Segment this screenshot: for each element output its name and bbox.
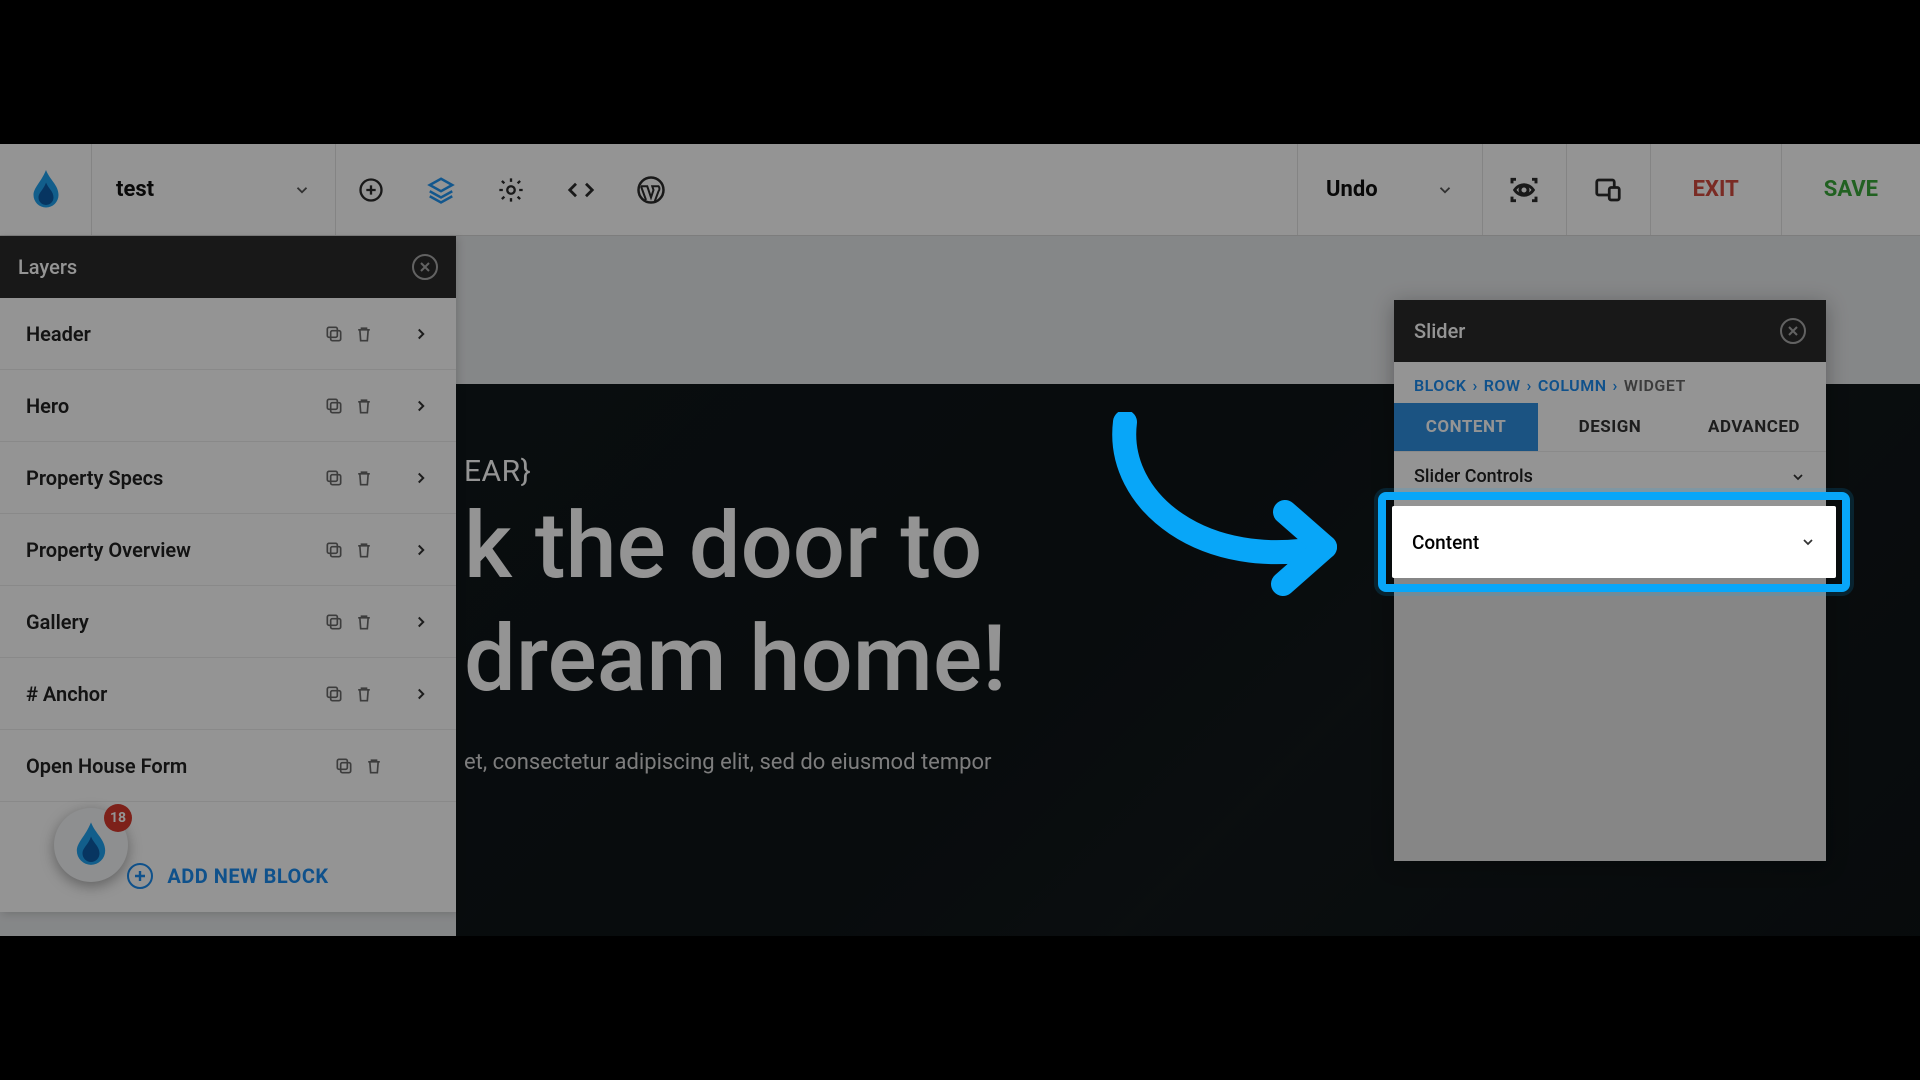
preview-button[interactable]: [1482, 144, 1566, 235]
layer-label: # Anchor: [26, 682, 324, 706]
layers-panel-title: Layers: [18, 255, 77, 279]
help-avatar[interactable]: 18: [54, 808, 128, 882]
tab-design[interactable]: DESIGN: [1538, 403, 1682, 451]
add-new-block-label: ADD NEW BLOCK: [167, 864, 328, 888]
chevron-right-icon[interactable]: [412, 469, 430, 487]
hero-headline-2: dream home!: [464, 606, 1006, 715]
layers-panel-header: Layers: [0, 236, 456, 298]
inspector-title: Slider: [1414, 319, 1465, 343]
wordpress-icon: [636, 175, 666, 205]
code-button[interactable]: [546, 144, 616, 235]
close-icon[interactable]: [412, 254, 438, 280]
section-slider-controls[interactable]: Slider Controls: [1394, 451, 1826, 501]
page-title: test: [116, 177, 154, 202]
chevron-down-icon: [293, 181, 311, 199]
layers-panel: Layers Header Hero: [0, 236, 456, 912]
code-icon: [566, 175, 596, 205]
tab-advanced[interactable]: ADVANCED: [1682, 403, 1826, 451]
copy-icon[interactable]: [324, 396, 344, 416]
notification-badge: 18: [104, 804, 132, 832]
responsive-button[interactable]: [1566, 144, 1650, 235]
layer-label: Open House Form: [26, 754, 334, 778]
hero-headline-1: k the door to: [464, 493, 1006, 602]
app-logo[interactable]: [0, 144, 92, 235]
layer-label: Property Specs: [26, 466, 324, 490]
layer-row[interactable]: Hero: [0, 370, 456, 442]
preview-scan-icon: [1508, 174, 1540, 206]
layers-toggle[interactable]: [406, 144, 476, 235]
section-label: Content: [1414, 515, 1481, 538]
chevron-down-icon: [1790, 518, 1806, 534]
trash-icon[interactable]: [354, 540, 374, 560]
inspector-tabs: CONTENT DESIGN ADVANCED: [1394, 403, 1826, 451]
layers-icon: [426, 175, 456, 205]
hero-eyebrow: EAR}: [464, 454, 1006, 489]
copy-icon[interactable]: [324, 612, 344, 632]
save-button[interactable]: SAVE: [1781, 144, 1920, 235]
exit-button[interactable]: EXIT: [1650, 144, 1781, 235]
trash-icon[interactable]: [354, 396, 374, 416]
flame-logo-icon: [74, 822, 108, 868]
chevron-right-icon[interactable]: [412, 397, 430, 415]
trash-icon[interactable]: [354, 324, 374, 344]
settings-button[interactable]: [476, 144, 546, 235]
inspector-header: Slider: [1394, 300, 1826, 362]
trash-icon[interactable]: [354, 684, 374, 704]
copy-icon[interactable]: [324, 468, 344, 488]
chevron-right-icon[interactable]: [412, 325, 430, 343]
inspector-panel: Slider BLOCK›ROW›COLUMN›WIDGET CONTENT D…: [1394, 300, 1826, 861]
undo-label: Undo: [1326, 177, 1378, 202]
chevron-right-icon[interactable]: [412, 685, 430, 703]
save-label: SAVE: [1824, 177, 1878, 202]
layer-row[interactable]: # Anchor: [0, 658, 456, 730]
chevron-right-icon[interactable]: [412, 613, 430, 631]
gear-icon: [497, 176, 525, 204]
wordpress-button[interactable]: [616, 144, 686, 235]
layer-label: Gallery: [26, 610, 324, 634]
layer-row[interactable]: Property Overview: [0, 514, 456, 586]
layer-row[interactable]: Open House Form: [0, 730, 456, 802]
crumb-block[interactable]: BLOCK: [1414, 376, 1466, 395]
tab-content[interactable]: CONTENT: [1394, 403, 1538, 451]
crumb-widget: WIDGET: [1624, 376, 1686, 395]
plus-circle-icon: [127, 863, 153, 889]
copy-icon[interactable]: [324, 540, 344, 560]
chevron-down-icon: [1790, 469, 1806, 485]
section-content[interactable]: Content: [1394, 501, 1826, 551]
copy-icon[interactable]: [324, 684, 344, 704]
hero-subtext: et, consectetur adipiscing elit, sed do …: [464, 750, 1006, 775]
undo-dropdown[interactable]: Undo: [1297, 144, 1482, 235]
layer-row[interactable]: Header: [0, 298, 456, 370]
top-toolbar: test: [0, 144, 1920, 236]
plus-circle-icon: [357, 176, 385, 204]
layer-label: Hero: [26, 394, 324, 418]
flame-logo-icon: [31, 170, 61, 210]
close-icon[interactable]: [1780, 318, 1806, 344]
trash-icon[interactable]: [354, 468, 374, 488]
chevron-right-icon[interactable]: [412, 541, 430, 559]
add-button[interactable]: [336, 144, 406, 235]
crumb-column[interactable]: COLUMN: [1538, 376, 1607, 395]
copy-icon[interactable]: [324, 324, 344, 344]
breadcrumb: BLOCK›ROW›COLUMN›WIDGET: [1394, 362, 1826, 403]
layer-row[interactable]: Property Specs: [0, 442, 456, 514]
page-title-dropdown[interactable]: test: [92, 144, 336, 235]
chevron-down-icon: [1436, 181, 1454, 199]
layer-label: Header: [26, 322, 324, 346]
copy-icon[interactable]: [334, 756, 354, 776]
crumb-row[interactable]: ROW: [1484, 376, 1521, 395]
layer-label: Property Overview: [26, 538, 324, 562]
devices-icon: [1593, 175, 1623, 205]
layer-row[interactable]: Gallery: [0, 586, 456, 658]
exit-label: EXIT: [1693, 177, 1739, 202]
trash-icon[interactable]: [364, 756, 384, 776]
section-label: Slider Controls: [1414, 466, 1533, 487]
trash-icon[interactable]: [354, 612, 374, 632]
inspector-body: [1394, 551, 1826, 861]
